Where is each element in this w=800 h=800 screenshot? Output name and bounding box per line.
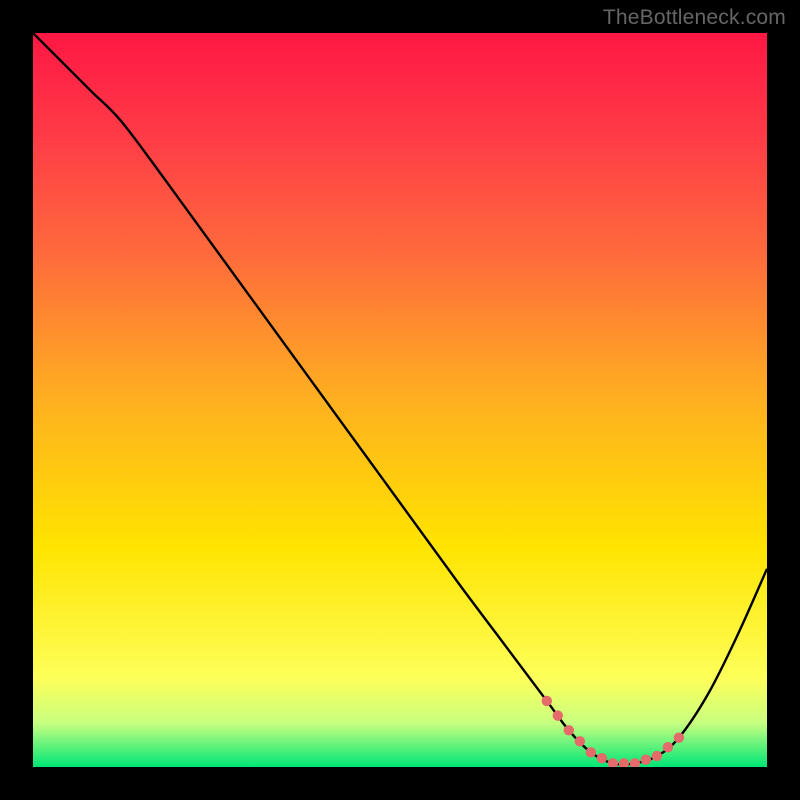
marker-dot [586,747,596,757]
chart-container [33,33,767,767]
marker-dot [564,725,574,735]
marker-dot [641,754,651,764]
chart-background [33,33,767,767]
marker-dot [553,710,563,720]
marker-dot [575,736,585,746]
marker-dot [542,696,552,706]
marker-dot [674,732,684,742]
marker-dot [597,753,607,763]
chart-svg [33,33,767,767]
watermark-text: TheBottleneck.com [603,6,786,30]
marker-dot [652,751,662,761]
marker-dot [663,742,673,752]
